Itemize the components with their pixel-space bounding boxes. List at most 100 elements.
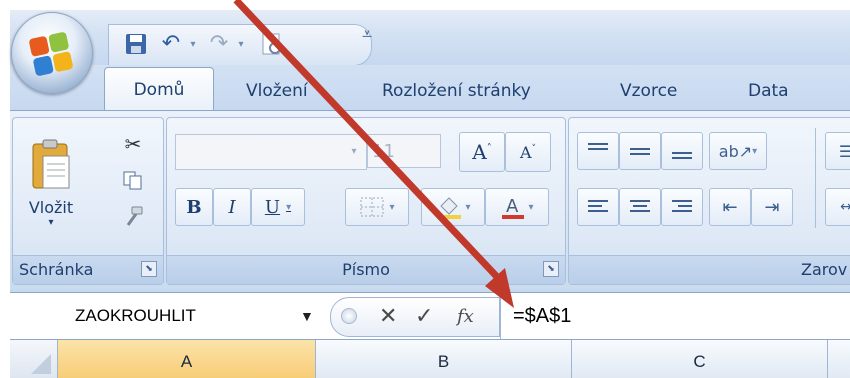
font-launcher-button[interactable]: ⬊ (543, 261, 559, 277)
excel-window: ↶ ▾ ↷ ▾ ⩡ Domů Vložení Rozložení stránky… (0, 0, 850, 378)
fill-color-button[interactable]: ▾ (421, 188, 485, 226)
align-middle-button[interactable] (619, 132, 661, 170)
column-header-c[interactable]: C (572, 340, 828, 378)
chevron-down-icon: ▾ (528, 201, 534, 213)
tab-formulas[interactable]: Vzorce (620, 71, 677, 111)
undo-button[interactable]: ↶ (157, 31, 185, 57)
bold-button[interactable]: B (175, 188, 213, 226)
save-button[interactable] (123, 31, 149, 57)
left-border (0, 0, 10, 378)
orientation-icon: ab↗ (718, 141, 753, 161)
formula-controls: ✕ ✓ fx (330, 297, 500, 337)
column-headers: A B C (10, 340, 850, 378)
font-size-field[interactable]: 11 (367, 134, 441, 168)
underline-button[interactable]: U ▾ (251, 188, 305, 226)
ribbon: Vložit ▾ ✂ Schránka ⬊ ▾ 11 A˄ A˅ B I U ▾… (10, 110, 850, 289)
formula-input[interactable]: =$A$1 (500, 293, 850, 339)
font-name-dropdown[interactable]: ▾ (343, 134, 365, 168)
chevron-down-icon: ▾ (190, 38, 196, 50)
paste-button[interactable]: Vložit ▾ (19, 122, 83, 244)
enter-button[interactable]: ✓ (415, 301, 433, 333)
font-color-button[interactable]: A ▾ (485, 188, 549, 226)
underline-icon: U (264, 196, 281, 218)
undo-dropdown[interactable]: ▾ (187, 31, 199, 57)
save-icon (126, 34, 146, 54)
redo-button[interactable]: ↷ (205, 31, 233, 57)
increase-indent-icon: ⇥ (764, 196, 780, 218)
tab-home[interactable]: Domů (104, 67, 214, 112)
title-bar: ↶ ▾ ↷ ▾ ⩡ (10, 10, 850, 66)
orientation-button[interactable]: ab↗ ▾ (709, 132, 767, 170)
quick-access-toolbar: ↶ ▾ ↷ ▾ (108, 24, 372, 66)
chevron-down-icon[interactable]: ▼ (300, 296, 314, 336)
format-painter-button[interactable] (117, 200, 149, 232)
decrease-indent-icon: ⇤ (722, 196, 738, 218)
align-middle-icon (630, 148, 650, 155)
print-preview-button[interactable] (257, 31, 287, 57)
font-group: ▾ 11 A˄ A˅ B I U ▾ ▾ ▾ A ▾ Písmo ⬊ (166, 117, 566, 285)
grow-font-icon: A˄ (472, 140, 492, 164)
align-left-icon (588, 200, 608, 212)
grow-font-button[interactable]: A˄ (459, 132, 505, 172)
align-right-button[interactable] (661, 188, 703, 226)
tab-page-layout[interactable]: Rozložení stránky (382, 71, 531, 111)
font-group-label: Písmo (167, 255, 565, 284)
office-button[interactable] (11, 12, 93, 94)
cancel-icon: ✕ (379, 304, 398, 329)
alignment-group: ab↗ ▾ ⇤ ⇥ ☰ ↔ Zarov (568, 117, 850, 285)
top-border (0, 0, 850, 10)
cut-icon: ✂ (124, 132, 142, 156)
decrease-indent-button[interactable]: ⇤ (709, 188, 751, 226)
name-box-value: ZAOKROUHLIT (75, 306, 196, 325)
redo-icon: ↷ (209, 31, 229, 56)
chevron-down-icon: ▾ (286, 201, 292, 213)
redo-dropdown[interactable]: ▾ (235, 31, 247, 57)
align-left-button[interactable] (577, 188, 619, 226)
tab-insert[interactable]: Vložení (246, 71, 308, 111)
dialog-launcher-icon: ⬊ (145, 264, 153, 274)
print-preview-icon (262, 33, 281, 55)
font-name-field[interactable] (175, 134, 367, 170)
borders-icon (360, 197, 384, 217)
name-box[interactable]: ZAOKROUHLIT ▼ (10, 296, 314, 336)
formula-bar: ZAOKROUHLIT ▼ ✕ ✓ fx =$A$1 (10, 292, 850, 340)
tab-data[interactable]: Data (748, 71, 789, 111)
font-color-icon: A (502, 196, 525, 219)
column-header-b[interactable]: B (316, 340, 572, 378)
wrap-text-button[interactable]: ☰ (825, 132, 850, 170)
column-header-a[interactable]: A (58, 340, 316, 378)
bold-icon: B (186, 196, 202, 218)
dialog-launcher-icon: ⬊ (547, 264, 555, 274)
enter-icon: ✓ (415, 304, 434, 329)
align-center-button[interactable] (619, 188, 661, 226)
italic-button[interactable]: I (213, 188, 251, 226)
shrink-font-button[interactable]: A˅ (505, 132, 551, 172)
align-right-icon (672, 200, 692, 212)
clipboard-launcher-button[interactable]: ⬊ (141, 261, 157, 277)
shrink-font-icon: A˅ (519, 142, 537, 162)
copy-button[interactable] (117, 164, 149, 196)
paste-label: Vložit (28, 198, 74, 217)
align-bottom-button[interactable] (661, 132, 703, 170)
customize-toolbar-button[interactable]: ⩡ (362, 24, 380, 54)
borders-button[interactable]: ▾ (345, 188, 409, 226)
copy-icon (123, 171, 142, 190)
alignment-group-label: Zarov (569, 255, 850, 284)
align-top-icon (588, 143, 608, 150)
ribbon-tabs: Domů Vložení Rozložení stránky Vzorce Da… (10, 65, 850, 112)
increase-indent-button[interactable]: ⇥ (751, 188, 793, 226)
insert-function-icon: fx (457, 306, 474, 327)
chevron-down-icon: ▾ (238, 38, 244, 50)
undo-icon: ↶ (161, 31, 181, 56)
merge-button[interactable]: ↔ (825, 188, 850, 226)
cancel-button[interactable]: ✕ (379, 301, 397, 333)
chevron-down-icon: ▾ (48, 217, 54, 228)
clipboard-group: Vložit ▾ ✂ Schránka ⬊ (12, 117, 164, 285)
italic-icon: I (228, 196, 236, 218)
office-logo-icon (28, 31, 74, 77)
grip-icon (341, 308, 357, 324)
align-top-button[interactable] (577, 132, 619, 170)
cut-button[interactable]: ✂ (117, 128, 149, 160)
select-all-button[interactable] (10, 340, 58, 378)
insert-function-button[interactable]: fx (457, 301, 474, 333)
